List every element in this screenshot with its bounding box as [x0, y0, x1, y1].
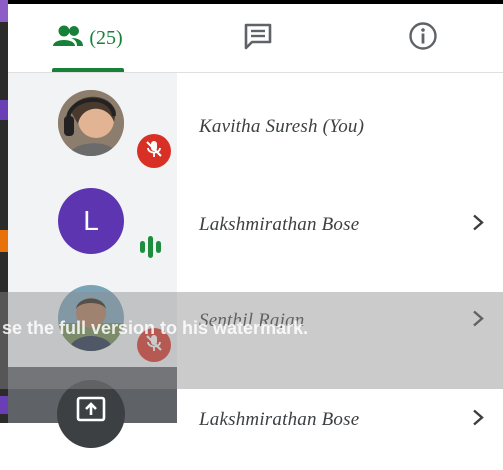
- info-icon: [408, 21, 438, 56]
- avatar: [57, 380, 125, 448]
- panel-tabs: (25): [8, 4, 503, 73]
- chevron-right-icon[interactable]: [471, 408, 485, 433]
- chat-icon: [243, 22, 273, 55]
- participant-count: (25): [89, 26, 123, 49]
- watermark-text: se the full version to his watermark.: [2, 318, 309, 338]
- speaking-indicator: [140, 234, 168, 260]
- participant-name: Lakshmirathan Bose: [199, 214, 360, 235]
- mic-off-icon: [144, 139, 164, 164]
- participant-name: Kavitha Suresh (You): [199, 116, 365, 137]
- mic-off-badge: [137, 134, 171, 168]
- avatar: L: [58, 188, 124, 254]
- avatar-letter: L: [83, 205, 99, 236]
- avatar: [58, 90, 124, 156]
- tab-info[interactable]: [393, 4, 453, 72]
- tab-people[interactable]: (25): [38, 4, 138, 72]
- present-screen-icon: [76, 396, 106, 427]
- active-tab-indicator: [52, 68, 124, 72]
- participant-row[interactable]: Lakshmirathan Bose: [177, 175, 503, 275]
- chevron-right-icon[interactable]: [471, 213, 485, 238]
- people-icon: [53, 24, 84, 53]
- tab-chat[interactable]: [228, 4, 288, 72]
- participant-row[interactable]: Kavitha Suresh (You): [177, 77, 503, 177]
- watermark-band: [0, 292, 503, 389]
- participant-name: Lakshmirathan Bose: [199, 409, 360, 430]
